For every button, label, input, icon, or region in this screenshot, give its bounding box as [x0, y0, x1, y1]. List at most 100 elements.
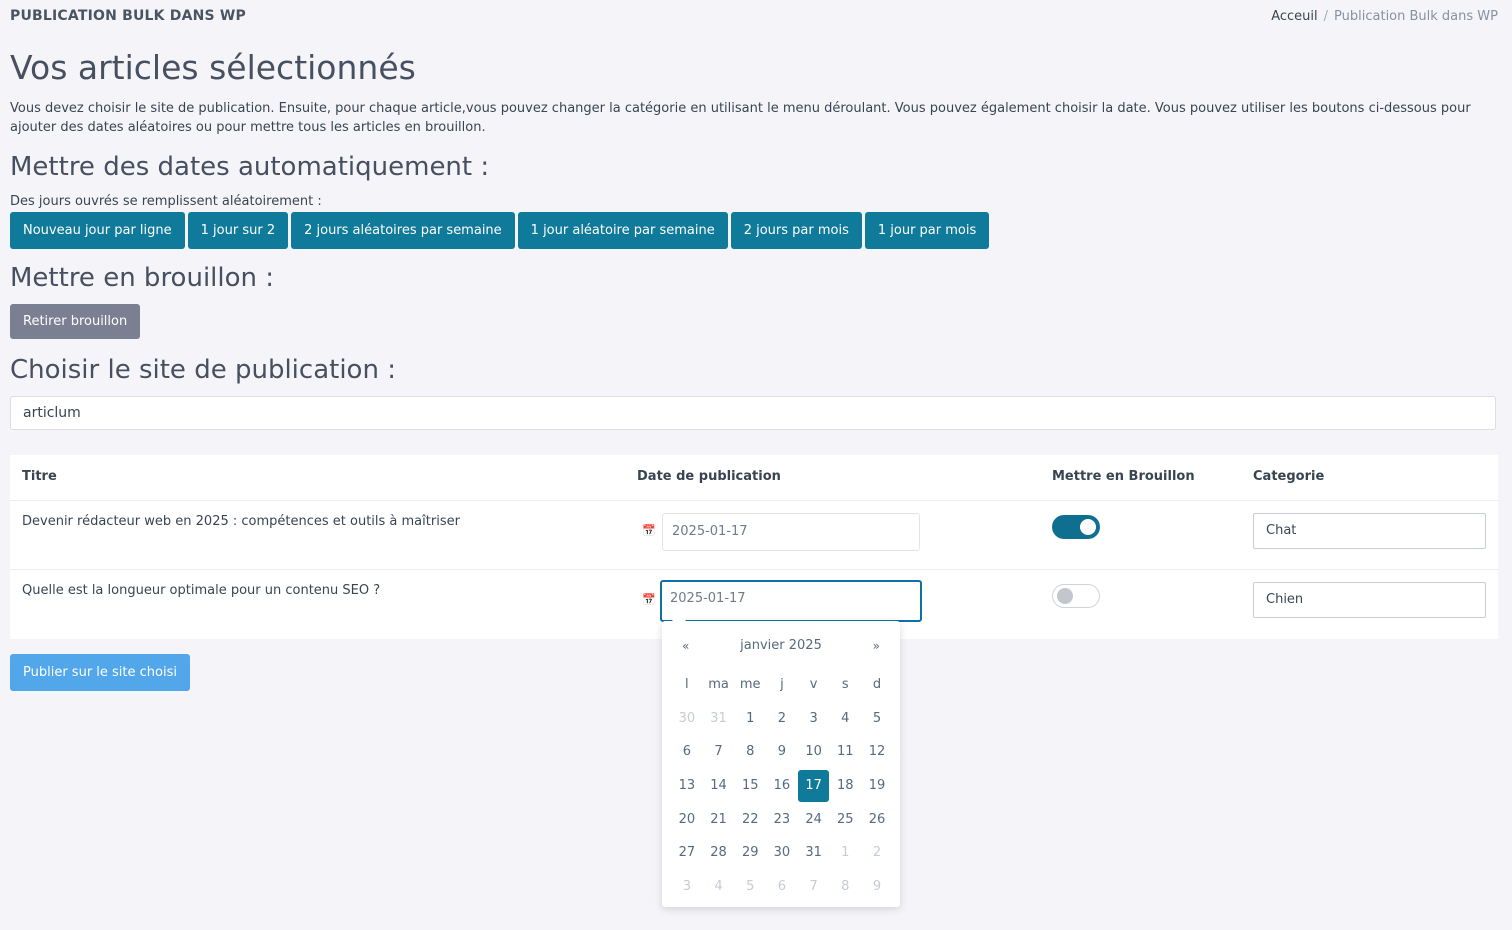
weekday-label: ma	[708, 677, 729, 693]
top-bar: PUBLICATION BULK DANS WP Acceuil / Publica…	[10, 8, 1498, 28]
app-title: PUBLICATION BULK DANS WP	[10, 8, 247, 24]
week-row: 27 28 29 30 31 1 2	[671, 836, 893, 870]
day-cell[interactable]: 4	[703, 879, 735, 894]
day-cell[interactable]: 10	[798, 744, 830, 759]
day-cell[interactable]: 28	[703, 845, 735, 860]
day-cell[interactable]: 6	[766, 879, 798, 894]
day-cell[interactable]: 12	[861, 744, 893, 759]
day-cell[interactable]: 26	[861, 812, 893, 827]
weekday-label: j	[780, 677, 784, 693]
publication-date-input[interactable]: 2025-01-17	[660, 580, 922, 622]
toggle-knob	[1057, 588, 1073, 604]
category-select[interactable]: Chien	[1253, 582, 1486, 618]
calendar-icon: 📅	[642, 593, 656, 606]
page-title: Vos articles sélectionnés	[10, 48, 416, 87]
day-cell[interactable]: 8	[734, 744, 766, 759]
breadcrumb-separator: /	[1323, 9, 1329, 24]
calendar-icon: 📅	[642, 524, 656, 537]
remove-draft-button[interactable]: Retirer brouillon	[10, 304, 141, 339]
publish-button[interactable]: Publier sur le site choisi	[10, 654, 190, 691]
day-cell[interactable]: 27	[671, 845, 703, 860]
datepicker-month[interactable]: janvier 2025	[662, 638, 900, 653]
day-cell[interactable]: 31	[798, 845, 830, 860]
weekday-label: v	[809, 677, 818, 693]
day-cell[interactable]: 5	[734, 879, 766, 894]
day-cell[interactable]: 14	[703, 778, 735, 793]
auto-dates-button-row: Nouveau jour par ligne 1 jour sur 2 2 jo…	[10, 212, 990, 249]
auto-dates-hint: Des jours ouvrés se remplissent aléatoir…	[10, 194, 322, 209]
week-row: 20 21 22 23 24 25 26	[671, 802, 893, 836]
two-random-days-per-week-button[interactable]: 2 jours aléatoires par semaine	[291, 212, 515, 249]
column-header-title: Titre	[22, 469, 57, 484]
day-cell[interactable]: 30	[766, 845, 798, 860]
day-cell[interactable]: 8	[829, 879, 861, 894]
draft-heading: Mettre en brouillon :	[10, 263, 275, 293]
one-day-in-two-button[interactable]: 1 jour sur 2	[187, 212, 289, 249]
day-cell[interactable]: 31	[703, 711, 735, 726]
day-cell[interactable]: 20	[671, 812, 703, 827]
day-cell[interactable]: 3	[798, 711, 830, 726]
table-row: Devenir rédacteur web en 2025 : compéten…	[10, 500, 1498, 570]
weekday-label: d	[872, 677, 882, 693]
weekday-label: s	[841, 677, 849, 693]
day-cell[interactable]: 5	[861, 711, 893, 726]
draft-toggle[interactable]	[1052, 584, 1100, 608]
new-day-per-row-button[interactable]: Nouveau jour par ligne	[10, 212, 185, 249]
datepicker-grid: l ma me j v s d 30 31 1 2 3 4 5 6 7 8 9 10 11 12 13 14 15 16 17 18…	[671, 668, 893, 903]
breadcrumb-current: Publication Bulk dans WP	[1334, 9, 1498, 24]
publication-date-input[interactable]: 2025-01-17	[662, 513, 920, 551]
day-cell[interactable]: 7	[703, 744, 735, 759]
next-month-button[interactable]: »	[873, 639, 880, 653]
day-cell[interactable]: 1	[829, 845, 861, 860]
day-cell[interactable]: 9	[766, 744, 798, 759]
day-cell[interactable]: 1	[734, 711, 766, 726]
day-cell[interactable]: 2	[766, 711, 798, 726]
one-random-day-per-week-button[interactable]: 1 jour aléatoire par semaine	[517, 212, 728, 249]
day-cell[interactable]: 19	[861, 778, 893, 793]
breadcrumb-home-link[interactable]: Acceuil	[1271, 9, 1317, 24]
site-heading: Choisir le site de publication :	[10, 355, 396, 385]
weekday-label: l	[685, 677, 689, 693]
day-cell[interactable]: 11	[829, 744, 861, 759]
weekday-header-row: l ma me j v s d	[671, 668, 893, 702]
day-cell[interactable]: 15	[734, 778, 766, 793]
column-header-category: Categorie	[1253, 469, 1325, 484]
day-cell[interactable]: 29	[734, 845, 766, 860]
draft-toggle[interactable]	[1052, 515, 1100, 539]
week-row: 13 14 15 16 17 18 19	[671, 769, 893, 803]
week-row: 30 31 1 2 3 4 5	[671, 702, 893, 736]
week-row: 3456789	[671, 870, 893, 904]
weekday-label: me	[739, 677, 761, 693]
article-title: Quelle est la longueur optimale pour un …	[22, 583, 381, 598]
day-cell[interactable]: 22	[734, 812, 766, 827]
day-cell[interactable]: 23	[766, 812, 798, 827]
day-cell[interactable]: 7	[798, 879, 830, 894]
toggle-knob	[1080, 519, 1096, 535]
two-days-per-month-button[interactable]: 2 jours par mois	[730, 212, 862, 249]
day-cell[interactable]: 18	[829, 778, 861, 793]
day-cell[interactable]: 21	[703, 812, 735, 827]
intro-text: Vous devez choisir le site de publicatio…	[10, 101, 1471, 135]
day-cell[interactable]: 24	[798, 812, 830, 827]
day-cell[interactable]: 30	[671, 711, 703, 726]
articles-table: Titre Date de publication Mettre en Brou…	[10, 455, 1498, 639]
day-cell[interactable]: 4	[829, 711, 861, 726]
article-title: Devenir rédacteur web en 2025 : compéten…	[22, 514, 460, 529]
day-cell[interactable]: 25	[829, 812, 861, 827]
day-cell[interactable]: 2	[861, 845, 893, 860]
one-day-per-month-button[interactable]: 1 jour par mois	[864, 212, 990, 249]
breadcrumb: Acceuil / Publication Bulk dans WP	[1271, 9, 1498, 24]
selected-day-cell[interactable]: 17	[797, 769, 830, 802]
day-cell[interactable]: 16	[766, 778, 798, 793]
day-cell[interactable]: 3	[671, 879, 703, 894]
column-header-date: Date de publication	[637, 469, 781, 484]
table-header-row: Titre Date de publication Mettre en Brou…	[10, 455, 1498, 501]
day-cell[interactable]: 9	[861, 879, 893, 894]
datepicker: « janvier 2025 » l ma me j v s d 30 31 1 2 3 4 5 6 7 8 9 1…	[662, 612, 900, 907]
day-cell[interactable]: 6	[671, 744, 703, 759]
week-row: 6 7 8 9 10 11 12	[671, 735, 893, 769]
auto-dates-heading: Mettre des dates automatiquement :	[10, 152, 490, 182]
category-select[interactable]: Chat	[1253, 513, 1486, 549]
day-cell[interactable]: 13	[671, 778, 703, 793]
site-select[interactable]: articlum	[10, 396, 1496, 430]
